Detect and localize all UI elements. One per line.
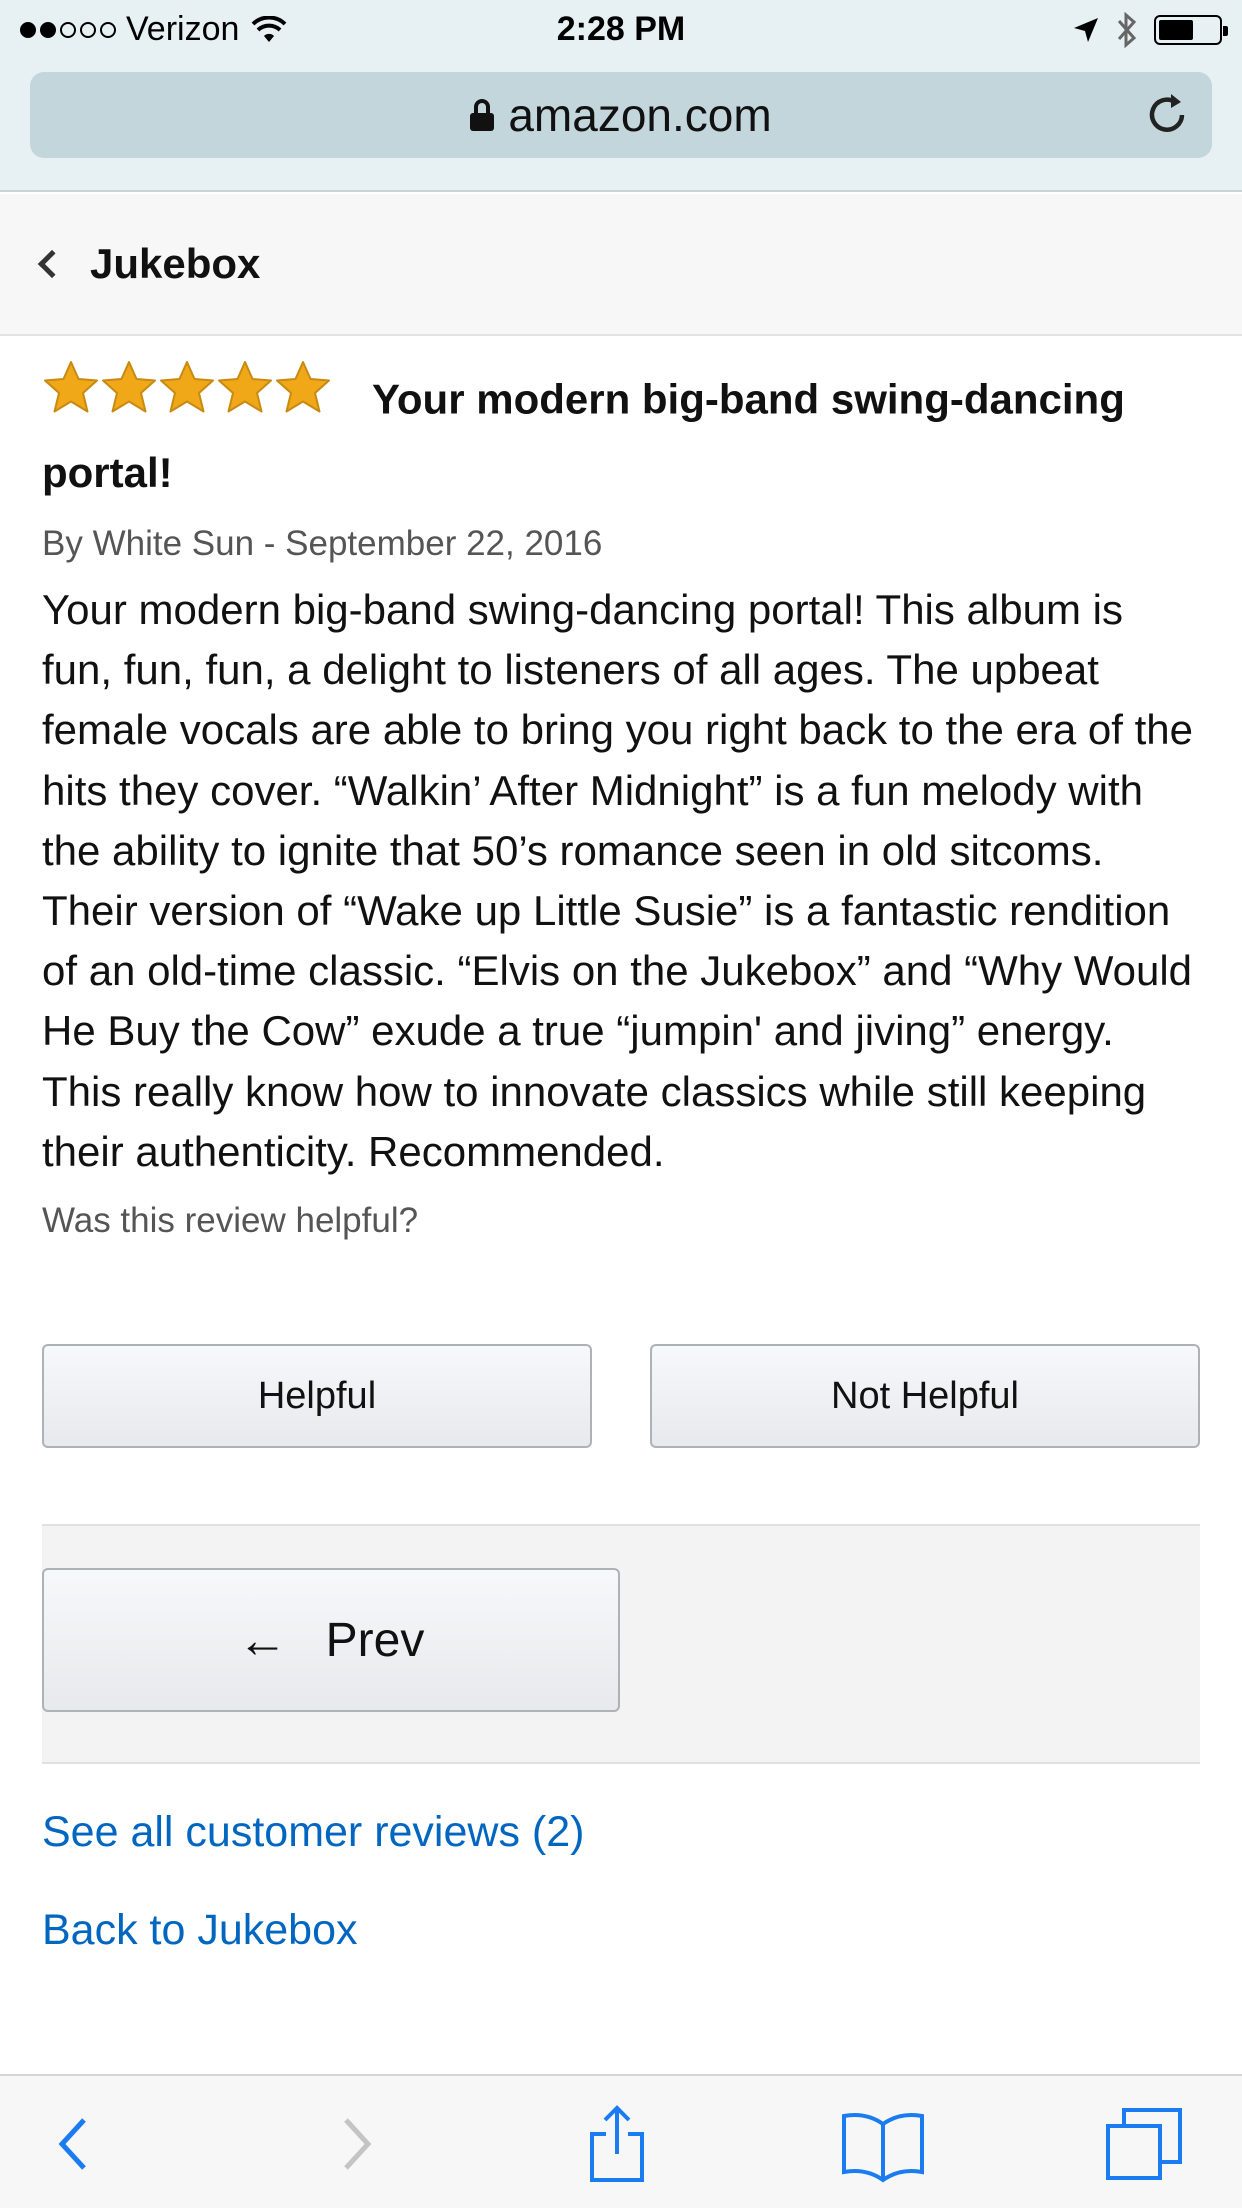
helpful-button[interactable]: Helpful	[42, 1344, 592, 1448]
back-to-jukebox-header[interactable]: Jukebox	[0, 194, 1242, 336]
back-icon[interactable]	[32, 2104, 122, 2184]
status-bar: Verizon 2:28 PM	[0, 0, 1242, 62]
reload-icon[interactable]	[1144, 92, 1190, 138]
address-bar[interactable]: amazon.com	[30, 72, 1212, 158]
star-icon	[102, 361, 156, 413]
review-body: Your modern big-band swing-dancing porta…	[42, 586, 1194, 1175]
chevron-left-icon	[37, 249, 67, 279]
forward-icon[interactable]	[308, 2104, 398, 2184]
browser-address-area: amazon.com	[0, 62, 1242, 192]
pager: ← Prev	[42, 1524, 1200, 1764]
left-arrow-icon: ←	[237, 1612, 288, 1668]
star-icon	[218, 361, 272, 413]
tabs-icon[interactable]	[1100, 2104, 1190, 2184]
bluetooth-icon	[1117, 12, 1137, 48]
nav-title: Jukebox	[90, 240, 261, 287]
star-icon	[44, 361, 98, 413]
lock-icon	[470, 99, 495, 131]
review: Your modern big-band swing-dancing porta…	[42, 361, 1200, 1246]
browser-toolbar	[0, 2074, 1242, 2208]
prev-button[interactable]: ← Prev	[42, 1568, 620, 1712]
share-icon[interactable]	[572, 2104, 662, 2184]
status-time: 2:28 PM	[556, 10, 686, 48]
status-right	[1072, 12, 1228, 48]
star-icon	[276, 361, 330, 413]
url-text[interactable]: amazon.com	[508, 88, 771, 142]
see-all-reviews-link[interactable]: See all customer reviews (2)	[42, 1808, 584, 1857]
star-rating	[42, 359, 332, 434]
review-title-block: Your modern big-band swing-dancing porta…	[42, 361, 1200, 506]
helpful-question: Was this review helpful?	[42, 1201, 419, 1241]
location-arrow-icon	[1074, 18, 1098, 42]
review-byline: By White Sun - September 22, 2016	[42, 524, 603, 563]
battery-icon	[1154, 15, 1228, 45]
back-to-jukebox-link[interactable]: Back to Jukebox	[42, 1906, 358, 1955]
prev-label: Prev	[325, 1613, 425, 1667]
not-helpful-button[interactable]: Not Helpful	[650, 1344, 1200, 1448]
star-icon	[160, 361, 214, 413]
bookmarks-icon[interactable]	[838, 2104, 928, 2184]
